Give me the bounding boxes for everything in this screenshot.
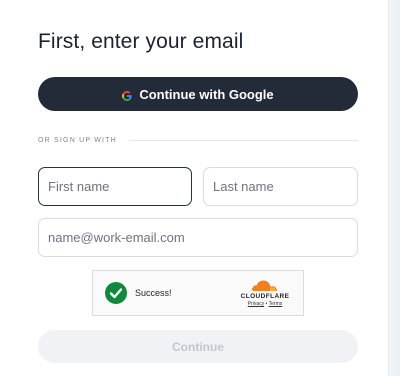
email-input[interactable] bbox=[38, 218, 358, 257]
link-separator: • bbox=[265, 301, 268, 307]
continue-button[interactable]: Continue bbox=[38, 330, 358, 363]
success-check-icon bbox=[105, 282, 127, 304]
signup-page: First, enter your email Continue with Go… bbox=[0, 0, 400, 376]
cloudflare-links: Privacy • Terms bbox=[248, 301, 283, 307]
cloudflare-turnstile-widget: Success! CLOUDFLARE Privacy • Terms bbox=[92, 270, 304, 316]
privacy-link[interactable]: Privacy bbox=[248, 301, 264, 307]
cloudflare-branding: CLOUDFLARE Privacy • Terms bbox=[238, 279, 292, 307]
right-edge-panel bbox=[388, 0, 400, 376]
divider-label: OR SIGN UP WITH bbox=[38, 136, 117, 144]
first-name-input[interactable] bbox=[38, 167, 192, 206]
cloudflare-logo bbox=[250, 279, 280, 292]
divider-line bbox=[128, 139, 358, 141]
google-g-icon bbox=[122, 89, 133, 101]
terms-link[interactable]: Terms bbox=[269, 301, 283, 307]
last-name-input[interactable] bbox=[203, 167, 358, 206]
google-button-label: Continue with Google bbox=[139, 86, 274, 102]
page-title: First, enter your email bbox=[38, 30, 244, 53]
continue-with-google-button[interactable]: Continue with Google bbox=[38, 77, 358, 111]
cloudflare-brand-text: CLOUDFLARE bbox=[240, 293, 290, 300]
captcha-status-text: Success! bbox=[135, 288, 172, 298]
sign-up-divider: OR SIGN UP WITH bbox=[38, 134, 358, 146]
